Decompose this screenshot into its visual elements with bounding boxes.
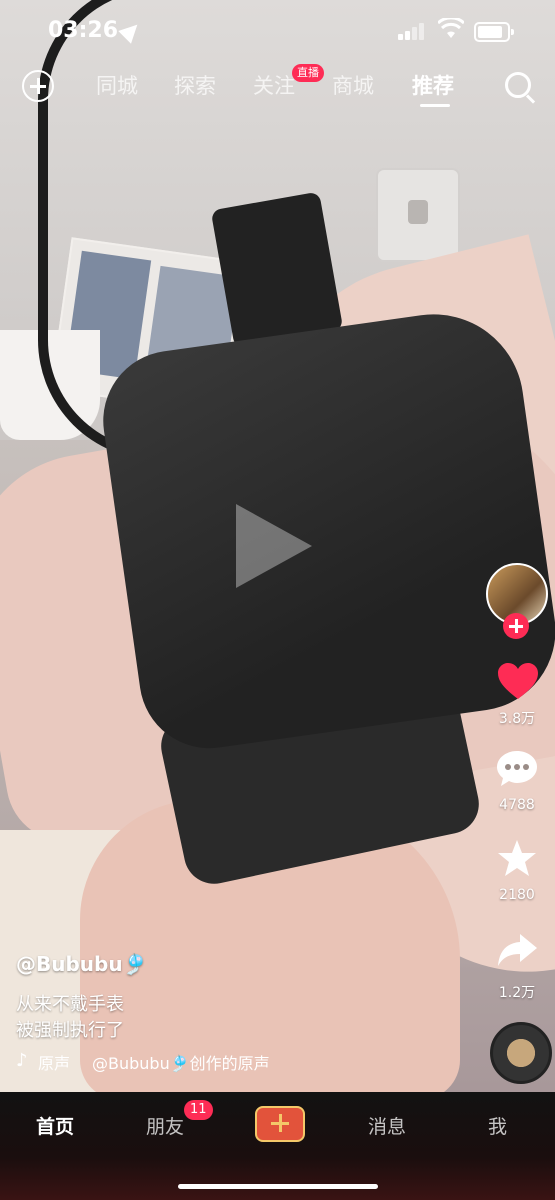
status-time: 03:26	[48, 18, 119, 43]
tab-nearby[interactable]: 同城	[96, 70, 138, 100]
status-bar: 03:26	[0, 0, 555, 64]
nav-messages[interactable]: 消息	[368, 1112, 406, 1139]
comment-count: 4788	[499, 797, 535, 813]
music-disc[interactable]	[490, 1022, 552, 1084]
caption-line-2: 被强制执行了	[16, 1020, 124, 1041]
active-tab-indicator	[420, 104, 450, 107]
battery-icon	[474, 22, 514, 42]
music-note-icon	[16, 1050, 30, 1071]
star-icon[interactable]	[496, 838, 538, 880]
caption-line-1: 从来不戴手表	[16, 994, 124, 1015]
play-icon[interactable]	[236, 504, 312, 588]
create-button[interactable]	[255, 1106, 305, 1142]
follow-plus-icon[interactable]	[503, 613, 529, 639]
location-arrow-icon	[118, 18, 144, 44]
music-prefix: 原声	[38, 1054, 71, 1073]
music-title: @Bububu🎐创作的原声	[92, 1054, 270, 1073]
nav-me[interactable]: 我	[488, 1112, 507, 1139]
friends-badge: 11	[184, 1100, 213, 1120]
wall-outlet	[378, 170, 458, 260]
like-count: 3.8万	[498, 711, 536, 727]
live-badge: 直播	[292, 64, 324, 82]
watch-device	[94, 302, 555, 758]
favorite-count: 2180	[499, 887, 535, 903]
author-name[interactable]: @Bububu🎐	[16, 952, 148, 976]
video-frame[interactable]	[0, 0, 555, 1092]
top-nav: 同城 探索 关注 直播 商城 推荐	[0, 60, 555, 114]
music-row[interactable]: 原声 @Bububu🎐创作的原声	[16, 1050, 270, 1074]
share-count: 1.2万	[498, 985, 536, 1001]
home-indicator	[178, 1184, 378, 1189]
add-circle-icon[interactable]	[22, 70, 54, 102]
tab-recommend[interactable]: 推荐	[412, 70, 454, 100]
share-arrow-icon[interactable]	[496, 932, 538, 970]
search-icon[interactable]	[505, 72, 531, 98]
tab-explore[interactable]: 探索	[174, 70, 216, 100]
heart-icon[interactable]	[497, 662, 539, 700]
cellular-signal-icon	[398, 22, 428, 40]
comment-icon[interactable]	[496, 750, 538, 788]
tab-mall[interactable]: 商城	[332, 70, 374, 100]
wifi-icon	[438, 18, 464, 38]
tab-following[interactable]: 关注	[253, 70, 295, 100]
nav-friends[interactable]: 朋友	[146, 1112, 184, 1139]
nav-home[interactable]: 首页	[36, 1112, 74, 1139]
